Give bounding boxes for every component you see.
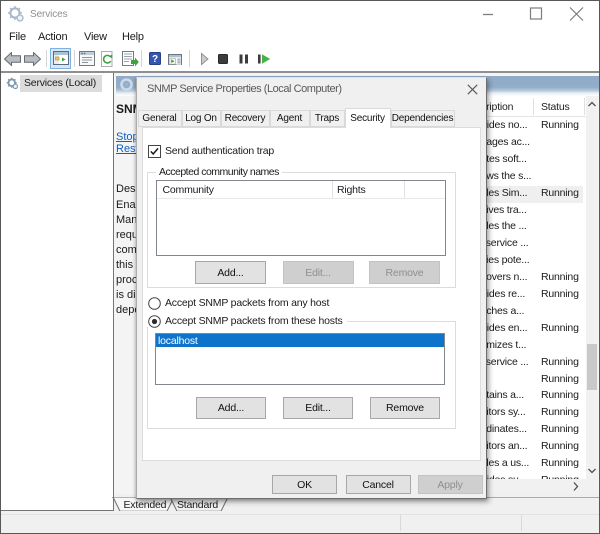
svg-text:?: ?	[151, 54, 157, 65]
